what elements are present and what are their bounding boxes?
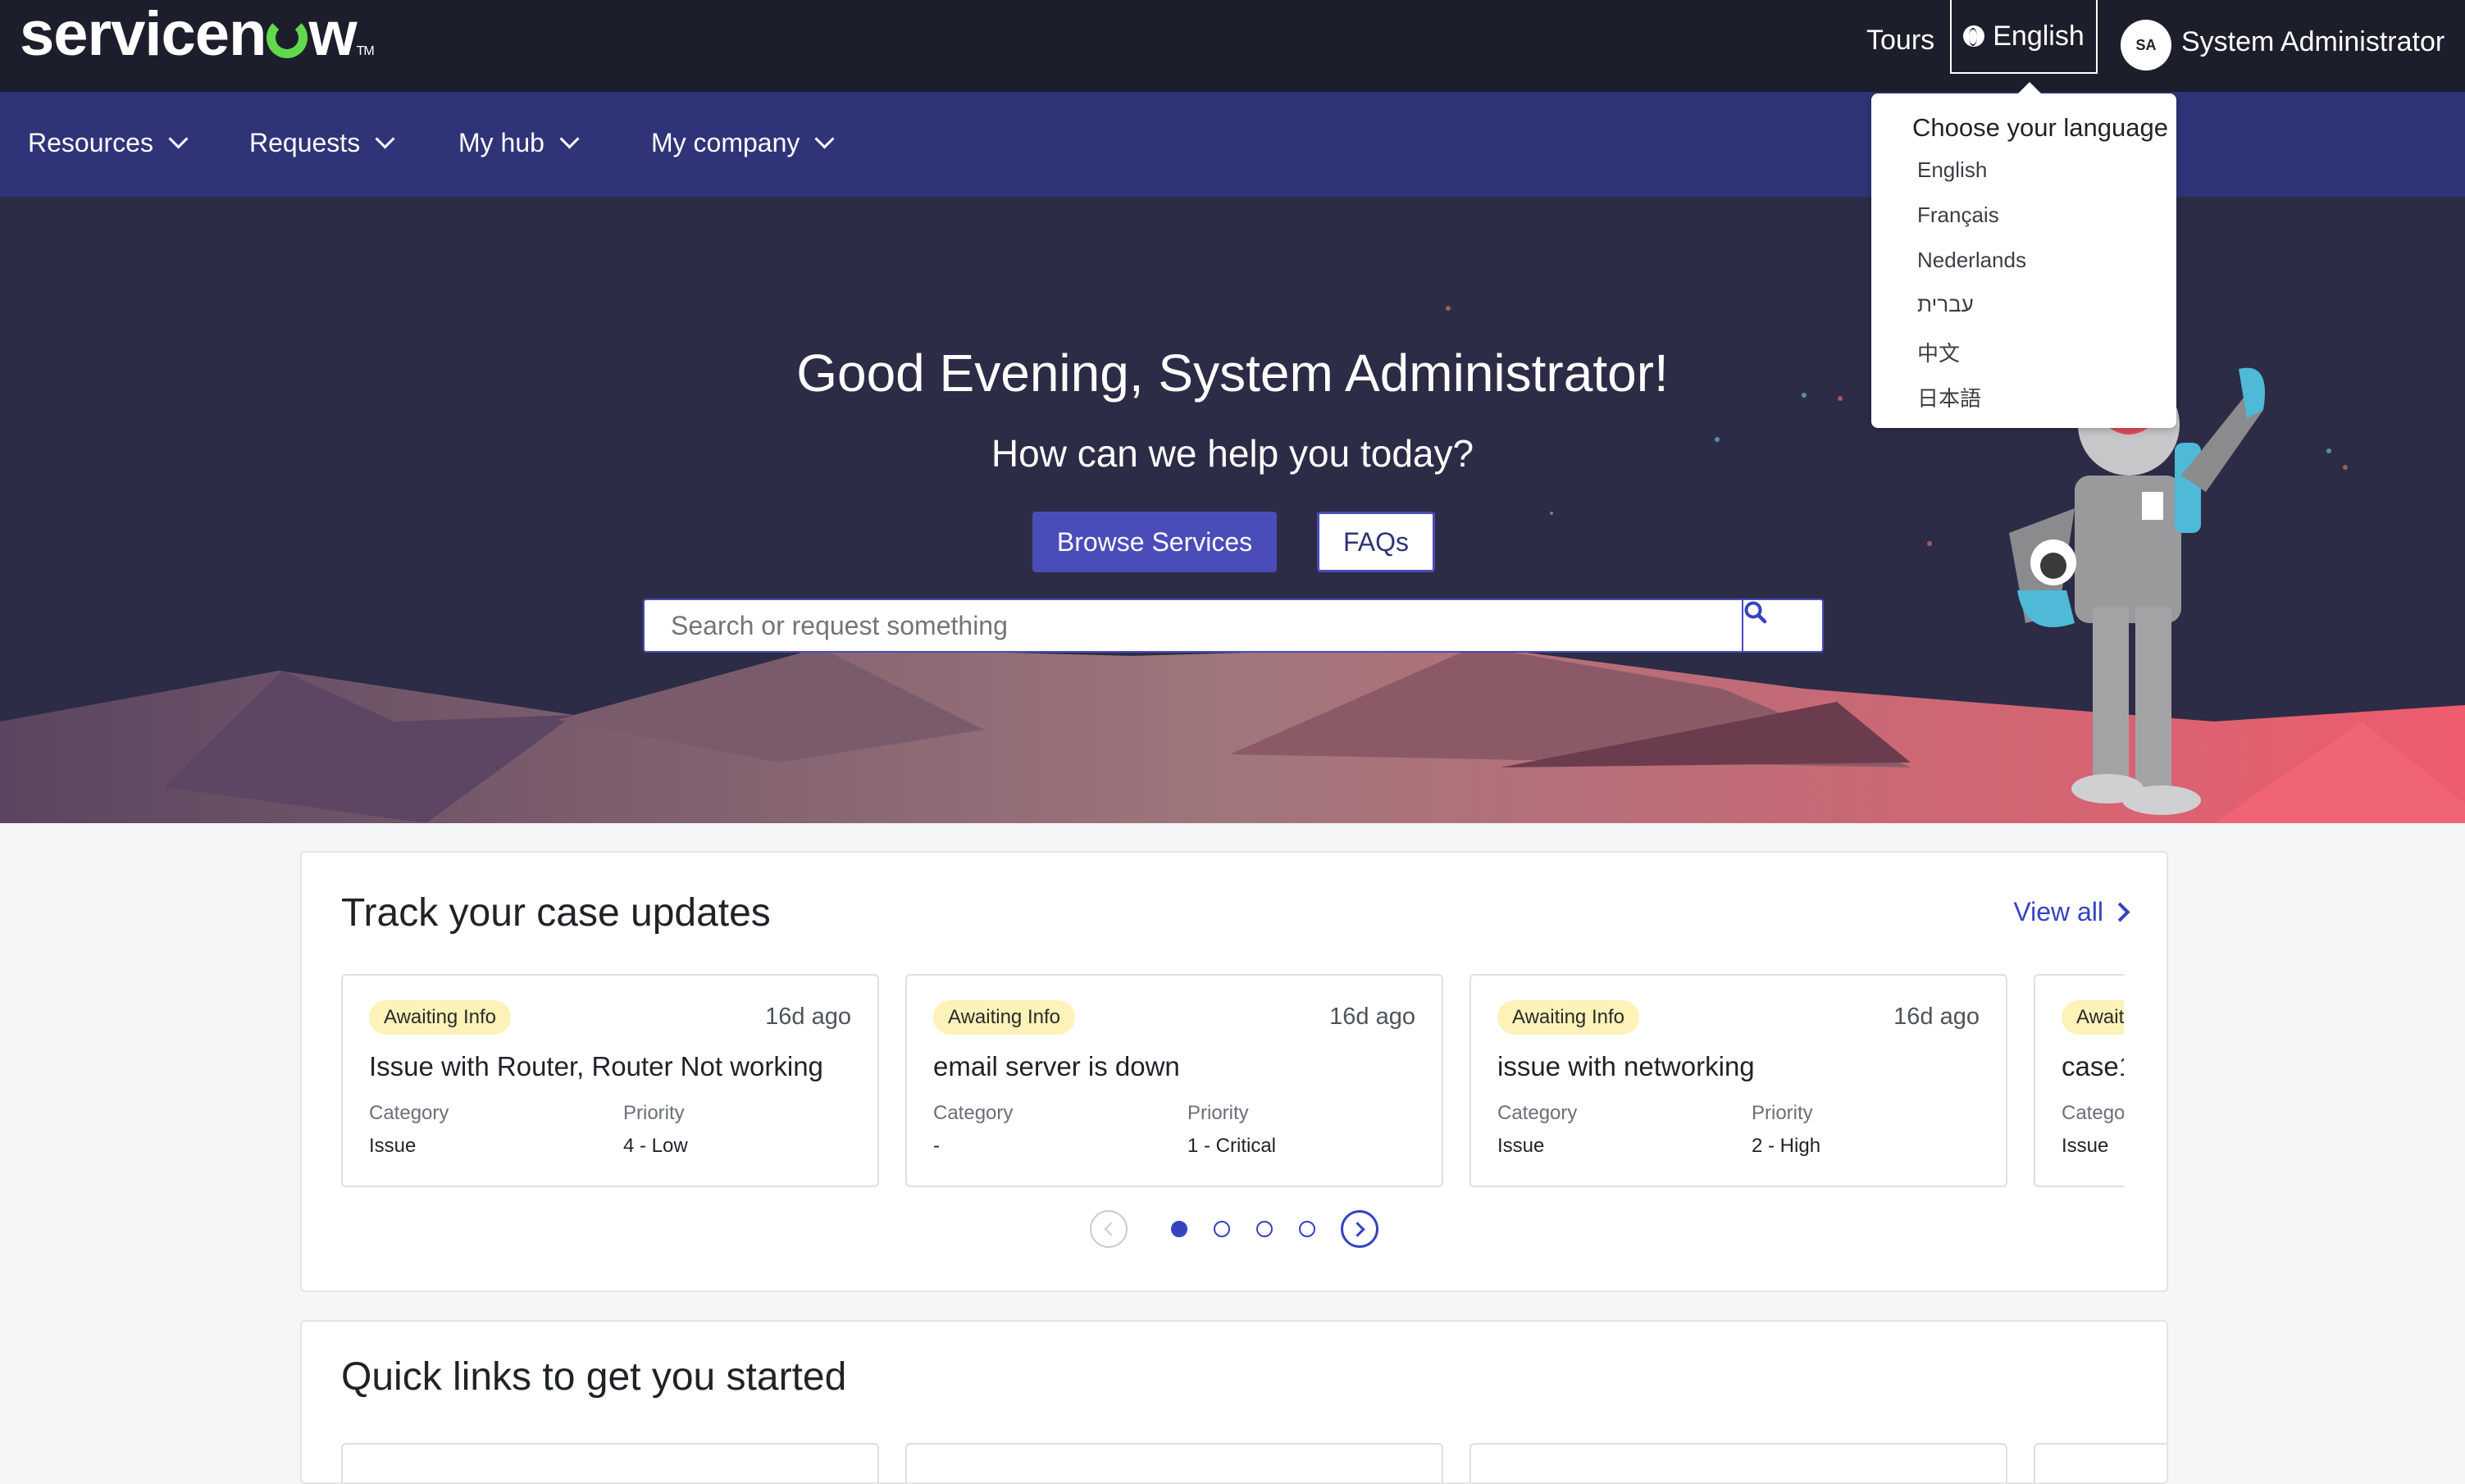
category-label: Category (933, 1102, 1014, 1124)
quick-link-card[interactable] (2034, 1443, 2167, 1482)
priority-label: Priority (1752, 1102, 1813, 1124)
nav-item-my-company[interactable]: My company (651, 128, 835, 158)
case-title: Issue with Router, Router Not working (369, 1051, 823, 1081)
faqs-button[interactable]: FAQs (1317, 512, 1435, 572)
chevron-down-icon (168, 129, 189, 149)
nav-item-label: My company (651, 128, 800, 157)
carousel-dot-4[interactable] (1299, 1221, 1315, 1237)
language-option-hebrew[interactable]: עברית (1917, 292, 1974, 317)
chevron-down-icon (559, 129, 580, 149)
status-badge: Awaiting Info (2062, 1000, 2124, 1035)
case-title: email server is down (933, 1051, 1180, 1081)
servicenow-logo[interactable]: servicen wTM (20, 2, 375, 67)
quick-link-card[interactable] (905, 1443, 1443, 1482)
chevron-right-icon (1350, 1221, 1365, 1237)
search-button[interactable] (1742, 600, 1822, 651)
user-name-menu[interactable]: System Administrator (2181, 26, 2444, 58)
quick-link-card[interactable] (341, 1443, 879, 1482)
case-card-partial[interactable]: Awaiting Info case111 Category Issue (2034, 974, 2160, 1187)
chevron-left-icon (1104, 1222, 1118, 1236)
case-card[interactable]: Awaiting Info 16d ago email server is do… (905, 974, 1443, 1187)
globe-icon (1963, 25, 1985, 47)
category-value: - (933, 1135, 940, 1157)
priority-value: 4 - Low (623, 1135, 688, 1157)
tours-link[interactable]: Tours (1866, 25, 1934, 57)
case-age: 16d ago (1329, 1004, 1415, 1030)
avatar[interactable]: SA (2121, 20, 2171, 71)
nav-item-label: My hub (458, 128, 544, 157)
status-badge: Awaiting Info (1497, 1000, 1639, 1035)
view-all-link[interactable]: View all (2013, 897, 2130, 927)
language-menu-title: Choose your language (1912, 113, 2168, 142)
category-value: Issue (1497, 1135, 1545, 1157)
language-option-chinese[interactable]: 中文 (1917, 337, 1960, 367)
chevron-down-icon (814, 129, 835, 149)
nav-item-requests[interactable]: Requests (249, 128, 395, 158)
case-age: 16d ago (765, 1004, 851, 1030)
priority-label: Priority (1187, 1102, 1249, 1124)
search-bar (643, 599, 1824, 653)
carousel-dot-2[interactable] (1214, 1221, 1230, 1237)
case-card[interactable]: Awaiting Info 16d ago Issue with Router,… (341, 974, 879, 1187)
language-button-label: English (1993, 20, 2085, 52)
quick-link-card[interactable] (1469, 1443, 2007, 1482)
hero-subtitle: How can we help you today? (991, 432, 1474, 475)
priority-value: 1 - Critical (1187, 1135, 1277, 1157)
chevron-right-icon (2110, 902, 2130, 922)
language-option-japanese[interactable]: 日本語 (1917, 382, 1981, 412)
nav-item-label: Resources (28, 128, 153, 157)
nav-item-resources[interactable]: Resources (28, 128, 189, 158)
view-all-label: View all (2013, 897, 2103, 926)
carousel-pager (302, 1210, 2167, 1254)
case-card[interactable]: Awaiting Info 16d ago issue with network… (1469, 974, 2007, 1187)
case-updates-panel: Track your case updates View all Awaitin… (300, 851, 2168, 1292)
case-updates-title: Track your case updates (341, 891, 771, 935)
language-button[interactable]: English (1950, 0, 2098, 74)
case-age: 16d ago (1893, 1004, 1980, 1030)
language-option-french[interactable]: Français (1917, 203, 1999, 228)
top-bar: servicen wTM Tours English SA System Admi… (0, 0, 2465, 92)
status-badge: Awaiting Info (933, 1000, 1075, 1035)
language-option-dutch[interactable]: Nederlands (1917, 248, 2026, 273)
carousel-next-button[interactable] (1341, 1210, 1378, 1248)
category-value: Issue (369, 1135, 417, 1157)
language-dropdown: Choose your language English Français Ne… (1871, 82, 2176, 428)
priority-label: Priority (623, 1102, 685, 1124)
quick-links-panel: Quick links to get you started (300, 1320, 2168, 1484)
browse-services-button[interactable]: Browse Services (1032, 512, 1277, 572)
category-label: Category (1497, 1102, 1578, 1124)
chevron-down-icon (375, 129, 395, 149)
nav-item-label: Requests (249, 128, 361, 157)
category-label: Category (2062, 1102, 2142, 1124)
language-option-english[interactable]: English (1917, 157, 1987, 183)
carousel-prev-button[interactable] (1090, 1210, 1128, 1248)
category-value: Issue (2062, 1135, 2109, 1157)
search-icon (1744, 601, 1767, 624)
status-badge: Awaiting Info (369, 1000, 511, 1035)
quick-links-title: Quick links to get you started (341, 1355, 847, 1399)
nav-item-my-hub[interactable]: My hub (458, 128, 580, 158)
search-input[interactable] (671, 600, 1720, 651)
case-title: issue with networking (1497, 1051, 1755, 1081)
priority-value: 2 - High (1752, 1135, 1821, 1157)
carousel-dot-1[interactable] (1171, 1221, 1187, 1237)
carousel-dot-3[interactable] (1256, 1221, 1273, 1237)
case-title: case111 (2062, 1051, 2160, 1081)
category-label: Category (369, 1102, 449, 1124)
